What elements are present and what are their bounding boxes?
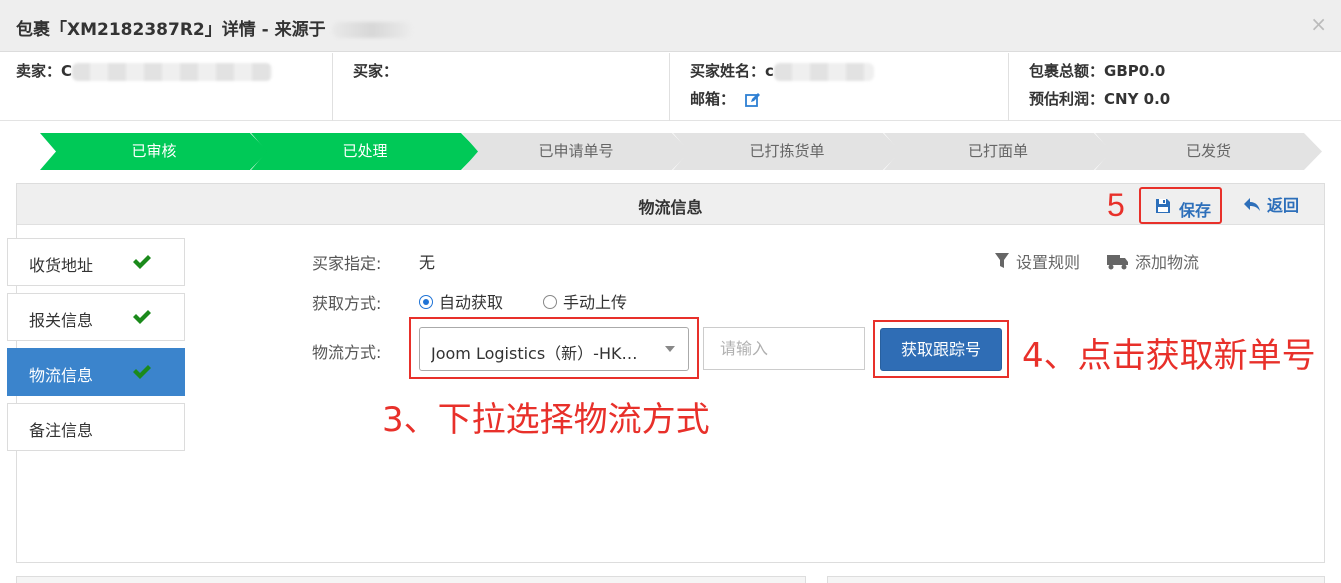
tracking-number-input[interactable]: [703, 327, 865, 370]
profit-label: 预估利润：: [1029, 90, 1105, 108]
step-label-printed: 已打面单: [884, 133, 1112, 170]
package-info-row: 卖家：C 买家： 买家姓名：c 邮箱： 包裹总额：GBP0.0 预估利润：CNY…: [0, 53, 1341, 121]
redacted-source: [331, 22, 412, 38]
profit-value: CNY 0.0: [1104, 90, 1171, 108]
fetch-method-label: 获取方式:: [312, 294, 382, 313]
annotation-highlight-select: Joom Logistics（新）-HK…: [409, 317, 699, 379]
buyer-name-value: c: [765, 62, 774, 80]
panel-header: 物流信息 5 保存 返回: [17, 184, 1324, 225]
step-reviewed: 已审核: [40, 133, 268, 170]
radio-auto-fetch[interactable]: 自动获取: [419, 289, 503, 313]
total-value: GBP0.0: [1104, 62, 1166, 80]
buyer-name-cell: 买家姓名：c 邮箱：: [690, 53, 874, 121]
sidebar-item-notes[interactable]: 备注信息: [7, 403, 185, 451]
step-tracking-applied: 已申请单号: [462, 133, 690, 170]
check-icon: [133, 365, 151, 379]
divider: [332, 53, 333, 121]
shipping-method-select[interactable]: Joom Logistics（新）-HK…: [419, 327, 689, 371]
seller-cell: 卖家：C: [16, 53, 273, 121]
panel-title: 物流信息: [638, 198, 703, 217]
annotation-highlight-track: 获取跟踪号: [873, 320, 1009, 378]
bottom-panel-left: [16, 576, 806, 583]
close-icon[interactable]: ×: [1310, 12, 1327, 36]
annotation-step3: 3、下拉选择物流方式: [382, 400, 710, 440]
buyer-specified-label: 买家指定:: [312, 254, 382, 273]
reply-icon: [1244, 198, 1260, 211]
seller-label: 卖家：: [16, 62, 62, 80]
save-button[interactable]: 保存: [1139, 187, 1222, 224]
radio-unselected-icon: [543, 295, 557, 309]
step-processed: 已处理: [251, 133, 479, 170]
set-rules-button[interactable]: 设置规则: [994, 249, 1080, 273]
progress-steps: 已审核 已处理 已申请单号 已打拣货单 已打面单 已发货: [40, 133, 1322, 170]
radio-selected-icon: [419, 295, 433, 309]
section-sidebar: 收货地址 报关信息 物流信息 备注信息: [7, 238, 185, 458]
check-icon: [133, 255, 151, 269]
buyer-label: 买家：: [353, 62, 399, 80]
divider: [669, 53, 670, 121]
filter-icon: [995, 253, 1009, 268]
step-picklist-printed: 已打拣货单: [673, 133, 901, 170]
email-label: 邮箱：: [690, 90, 736, 108]
truck-icon: [1107, 255, 1128, 270]
modal-header: 包裹「XM2182387R2」详情 - 来源于 ×: [0, 0, 1341, 52]
sidebar-item-shipping-address[interactable]: 收货地址: [7, 238, 185, 286]
total-label: 包裹总额：: [1029, 62, 1105, 80]
divider: [1008, 53, 1009, 121]
save-icon: [1156, 199, 1170, 213]
seller-value: C: [61, 62, 73, 80]
buyer-specified-value: 无: [419, 253, 436, 272]
redacted-seller: [72, 62, 273, 81]
check-icon: [133, 310, 151, 324]
buyer-name-label: 买家姓名：: [690, 62, 766, 80]
buyer-cell: 买家：: [353, 53, 398, 121]
sidebar-item-customs-info[interactable]: 报关信息: [7, 293, 185, 341]
back-button[interactable]: 返回: [1243, 192, 1299, 216]
modal-title: 包裹「XM2182387R2」详情 - 来源于: [16, 15, 412, 40]
edit-icon[interactable]: [745, 92, 761, 108]
annotation-step4: 4、点击获取新单号: [1022, 336, 1316, 376]
total-cell: 包裹总额：GBP0.0 预估利润：CNY 0.0: [1029, 53, 1170, 121]
bottom-panel-right: [827, 576, 1325, 583]
redacted-buyer-name: [773, 62, 874, 81]
chevron-down-icon: [665, 346, 675, 352]
get-tracking-button[interactable]: 获取跟踪号: [880, 328, 1002, 371]
radio-manual-upload[interactable]: 手动上传: [543, 289, 627, 313]
sidebar-item-logistics-info[interactable]: 物流信息: [7, 348, 185, 396]
add-shipping-button[interactable]: 添加物流: [1107, 249, 1199, 273]
shipping-method-label: 物流方式:: [312, 343, 382, 362]
step-shipped: 已发货: [1095, 133, 1322, 170]
annotation-step5: 5: [1107, 187, 1125, 223]
